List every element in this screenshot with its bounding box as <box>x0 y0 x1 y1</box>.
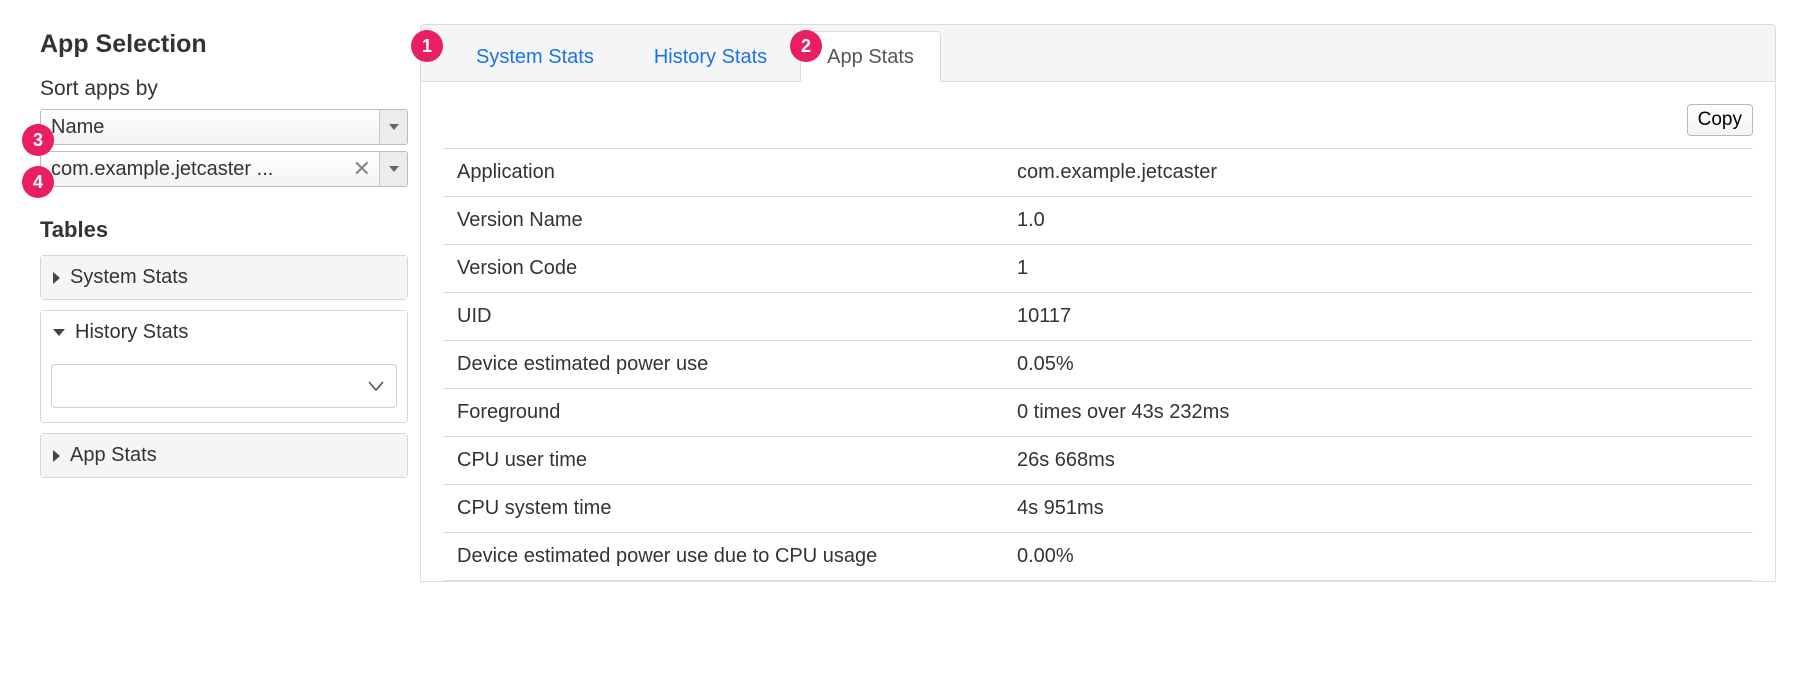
panel-header-history-stats[interactable]: History Stats <box>41 311 407 354</box>
tab-pane-app-stats: Copy Applicationcom.example.jetcasterVer… <box>420 82 1776 582</box>
stat-label: UID <box>443 293 1003 341</box>
app-root: 1 2 3 4 App Selection Sort apps by Name … <box>0 0 1800 680</box>
table-row: Applicationcom.example.jetcaster <box>443 149 1753 197</box>
annotation-1: 1 <box>411 30 443 62</box>
clear-selection-icon[interactable]: ✕ <box>345 156 379 182</box>
stat-value: 26s 668ms <box>1003 437 1753 485</box>
copy-button[interactable]: Copy <box>1687 104 1753 136</box>
history-stats-select[interactable] <box>51 364 397 408</box>
stat-value: com.example.jetcaster <box>1003 149 1753 197</box>
stat-label: CPU system time <box>443 485 1003 533</box>
stat-value: 0.05% <box>1003 341 1753 389</box>
tab-system-stats[interactable]: System Stats <box>449 31 621 82</box>
sort-apps-value: Name <box>41 116 379 139</box>
stat-label: CPU user time <box>443 437 1003 485</box>
panel-body-history-stats <box>41 354 407 422</box>
dropdown-caret-icon[interactable] <box>379 110 407 144</box>
dropdown-caret-icon[interactable] <box>379 152 407 186</box>
stat-label: Application <box>443 149 1003 197</box>
panel-label: App Stats <box>70 444 157 467</box>
stat-value: 4s 951ms <box>1003 485 1753 533</box>
sort-apps-label: Sort apps by <box>40 77 408 101</box>
table-row: CPU user time26s 668ms <box>443 437 1753 485</box>
disclosure-right-icon <box>53 272 60 284</box>
panel-app-stats: App Stats <box>40 433 408 478</box>
disclosure-right-icon <box>53 450 60 462</box>
sidebar: App Selection Sort apps by Name com.exam… <box>0 0 420 680</box>
annotation-4: 4 <box>22 166 54 198</box>
stat-value: 10117 <box>1003 293 1753 341</box>
panel-system-stats: System Stats <box>40 255 408 300</box>
table-row: Device estimated power use0.05% <box>443 341 1753 389</box>
annotation-2: 2 <box>790 30 822 62</box>
table-row: Version Name1.0 <box>443 197 1753 245</box>
table-row: Foreground0 times over 43s 232ms <box>443 389 1753 437</box>
chevron-down-icon <box>368 381 384 391</box>
stat-label: Version Name <box>443 197 1003 245</box>
app-select[interactable]: com.example.jetcaster ... ✕ <box>40 151 408 187</box>
table-row: Device estimated power use due to CPU us… <box>443 533 1753 581</box>
tables-heading: Tables <box>40 217 408 243</box>
panel-header-app-stats[interactable]: App Stats <box>41 434 407 477</box>
table-row: CPU system time4s 951ms <box>443 485 1753 533</box>
pane-toolbar: Copy <box>443 104 1753 136</box>
table-row: UID10117 <box>443 293 1753 341</box>
main-content: System Stats History Stats App Stats Cop… <box>420 0 1800 680</box>
tab-bar: System Stats History Stats App Stats <box>420 24 1776 82</box>
tab-app-stats[interactable]: App Stats <box>800 31 941 82</box>
stat-label: Device estimated power use <box>443 341 1003 389</box>
panel-label: History Stats <box>75 321 188 344</box>
stat-value: 1.0 <box>1003 197 1753 245</box>
panel-history-stats: History Stats <box>40 310 408 423</box>
table-row: Version Code1 <box>443 245 1753 293</box>
sort-apps-select[interactable]: Name <box>40 109 408 145</box>
stat-value: 0 times over 43s 232ms <box>1003 389 1753 437</box>
panel-header-system-stats[interactable]: System Stats <box>41 256 407 299</box>
tab-history-stats[interactable]: History Stats <box>627 31 794 82</box>
annotation-3: 3 <box>22 124 54 156</box>
stat-label: Version Code <box>443 245 1003 293</box>
disclosure-down-icon <box>53 329 65 336</box>
panel-label: System Stats <box>70 266 188 289</box>
stat-label: Foreground <box>443 389 1003 437</box>
app-selection-heading: App Selection <box>40 30 408 59</box>
app-select-value: com.example.jetcaster ... <box>41 158 345 181</box>
stat-value: 0.00% <box>1003 533 1753 581</box>
stat-label: Device estimated power use due to CPU us… <box>443 533 1003 581</box>
stat-value: 1 <box>1003 245 1753 293</box>
app-stats-table: Applicationcom.example.jetcasterVersion … <box>443 148 1753 581</box>
